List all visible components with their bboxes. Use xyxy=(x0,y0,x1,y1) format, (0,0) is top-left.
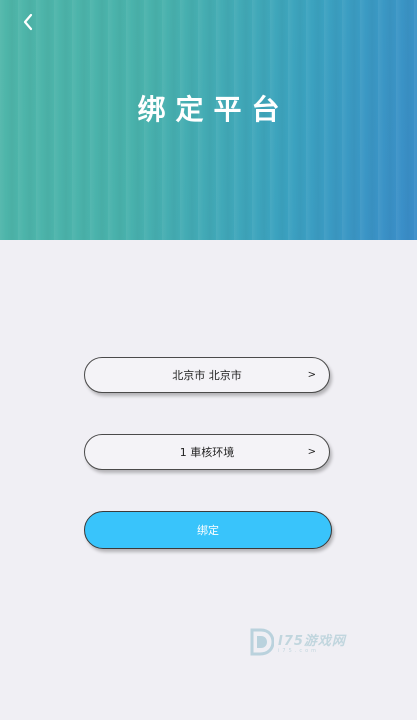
watermark-text: I75游戏网 xyxy=(278,634,346,649)
chevron-right-icon: > xyxy=(307,446,316,458)
region-value: 北京市 北京市 xyxy=(172,369,242,382)
header-banner: 绑定平台 xyxy=(0,0,417,240)
chevron-right-icon: > xyxy=(307,369,316,381)
watermark-subtext: i75.com xyxy=(278,648,320,654)
page-title: 绑定平台 xyxy=(137,93,290,126)
company-select[interactable]: 1 車核环境 > xyxy=(84,434,330,470)
watermark-logo: I75游戏网 i75.com xyxy=(248,627,346,657)
back-button[interactable] xyxy=(14,8,42,36)
bind-button-label: 绑定 xyxy=(197,524,219,537)
bind-button[interactable]: 绑定 xyxy=(84,511,332,549)
chevron-left-icon xyxy=(23,13,33,31)
watermark-d-icon xyxy=(250,628,274,656)
region-select[interactable]: 北京市 北京市 > xyxy=(84,357,330,393)
company-value: 1 車核环境 xyxy=(179,446,235,459)
